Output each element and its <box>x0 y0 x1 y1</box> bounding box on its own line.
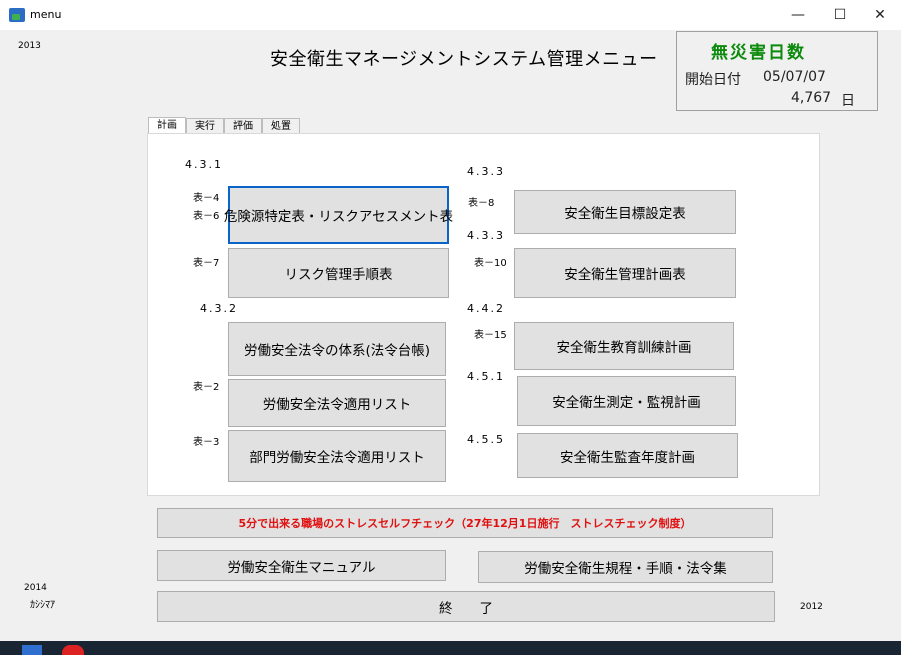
table-ref-label: 表－10 <box>474 258 507 269</box>
section-label: 4.4.2 <box>467 302 505 315</box>
table-ref-label: 表－3 <box>193 437 220 448</box>
title-bar: menu — ☐ ✕ <box>0 0 901 30</box>
safety-manual-button[interactable]: 労働安全衛生マニュアル <box>157 550 446 581</box>
safety-plan-button[interactable]: 安全衛生管理計画表 <box>514 248 736 298</box>
tab-do[interactable]: 実行 <box>186 118 224 133</box>
rules-procedures-button[interactable]: 労働安全衛生規程・手順・法令集 <box>478 551 773 583</box>
table-ref-label: 表－15 <box>474 330 507 341</box>
page-title: 安全衛生マネージメントシステム管理メニュー <box>270 49 658 70</box>
stress-check-button[interactable]: 5分で出来る職場のストレスセルフチェック（27年12月1日施行 ストレスチェック… <box>157 508 773 538</box>
table-ref-label: 表－2 <box>193 382 220 393</box>
minimize-button[interactable]: — <box>778 4 818 26</box>
year-label-bottom: 2014 <box>24 583 47 593</box>
table-ref-label: 表－4 <box>193 193 220 204</box>
audit-plan-button[interactable]: 安全衛生監査年度計画 <box>517 433 738 478</box>
exit-button[interactable]: 終 了 <box>157 591 775 622</box>
table-ref-label: 表－8 <box>468 198 495 209</box>
tab-check[interactable]: 評価 <box>224 118 262 133</box>
year-label-bottom-sub: ｶｼｼﾏｱ <box>30 600 55 611</box>
section-label: 4.3.3 <box>467 165 505 178</box>
year-label-top: 2013 <box>18 41 41 51</box>
dept-law-list-button[interactable]: 部門労働安全法令適用リスト <box>228 430 446 482</box>
window-title: menu <box>30 8 62 21</box>
counter-title: 無災害日数 <box>711 43 806 63</box>
taskbar-app-icon[interactable] <box>22 645 42 655</box>
risk-procedure-button[interactable]: リスク管理手順表 <box>228 248 449 298</box>
days-count: 4,767 <box>791 90 832 106</box>
section-label: 4.3.2 <box>200 302 238 315</box>
app-icon <box>9 8 25 22</box>
table-ref-label: 表－6 <box>193 211 220 222</box>
section-label: 4.5.1 <box>467 370 505 383</box>
tab-act[interactable]: 処置 <box>262 118 300 133</box>
section-label: 4.5.5 <box>467 433 505 446</box>
accident-free-counter: 無災害日数 開始日付 05/07/07 4,767 日 <box>676 31 878 111</box>
section-label: 4.3.3 <box>467 229 505 242</box>
tab-plan[interactable]: 計画 <box>148 117 186 134</box>
year-label-right: 2012 <box>800 602 823 612</box>
safety-goal-button[interactable]: 安全衛生目標設定表 <box>514 190 736 234</box>
measurement-plan-button[interactable]: 安全衛生測定・監視計画 <box>517 376 736 426</box>
taskbar-app-icon[interactable] <box>62 645 84 655</box>
training-plan-button[interactable]: 安全衛生教育訓練計画 <box>514 322 734 370</box>
law-application-list-button[interactable]: 労働安全法令適用リスト <box>228 379 446 427</box>
hazard-risk-assessment-button[interactable]: 危険源特定表・リスクアセスメント表 <box>224 186 453 244</box>
days-unit: 日 <box>841 93 855 109</box>
close-button[interactable]: ✕ <box>860 4 900 26</box>
start-date-value: 05/07/07 <box>763 69 826 85</box>
maximize-button[interactable]: ☐ <box>820 4 860 26</box>
table-ref-label: 表－7 <box>193 258 220 269</box>
start-date-label: 開始日付 <box>685 72 741 88</box>
taskbar <box>0 641 901 655</box>
section-label: 4.3.1 <box>185 158 223 171</box>
law-system-button[interactable]: 労働安全法令の体系(法令台帳) <box>228 322 446 376</box>
